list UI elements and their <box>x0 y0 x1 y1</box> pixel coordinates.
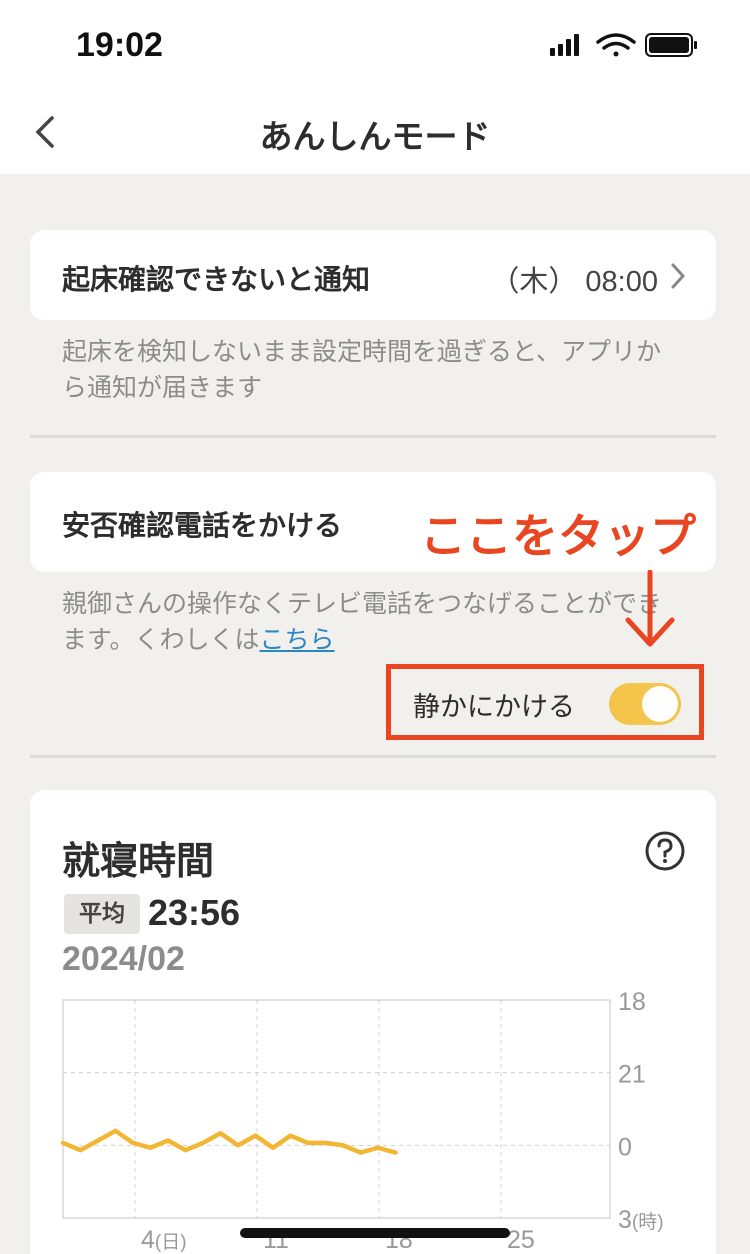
average-value: 23:56 <box>148 892 241 933</box>
y-tick-label: 18 <box>618 990 646 1016</box>
y-tick-label: 0 <box>618 1133 632 1161</box>
sleep-time-card: 就寝時間 平均 23:56 2024/02 18 21 0 3(時) 4(日) 11 18 2… <box>30 790 716 1254</box>
battery-icon <box>645 33 697 57</box>
y-tick-label: 21 <box>618 1061 646 1089</box>
wake-notice-row[interactable]: 起床確認できないと通知 （木） 08:00 <box>30 230 716 320</box>
quiet-call-highlight: 静かにかける <box>386 664 704 740</box>
home-indicator <box>240 1228 510 1238</box>
wake-notice-value: （木） 08:00 <box>490 266 658 298</box>
toggle-knob <box>642 686 678 722</box>
sleep-time-chart: 182103(時)4(日) 11 18 25 <box>60 990 664 1254</box>
wifi-icon <box>596 33 636 57</box>
help-icon[interactable] <box>644 830 686 872</box>
status-time: 19:02 <box>76 26 163 64</box>
status-icons <box>550 33 697 57</box>
sleep-title: 就寝時間 <box>62 839 215 883</box>
chart-frame <box>62 999 611 1219</box>
quiet-call-toggle[interactable] <box>609 683 681 725</box>
wake-notice-description: 起床を検知しないまま設定時間を過ぎると、アプリから通知が届きます <box>62 337 662 402</box>
x-tick-label: 25 <box>507 1226 535 1254</box>
quiet-call-label: 静かにかける <box>413 692 575 723</box>
y-tick-label: 3(時) <box>618 1206 664 1234</box>
nav-bar: あんしんモード <box>0 90 750 174</box>
status-bar: 19:02 <box>0 0 750 90</box>
safety-call-description: 親御さんの操作なくテレビ電話をつなげることができます。くわしくはこちら <box>62 586 682 658</box>
wake-notice-title: 起床確認できないと通知 <box>62 263 371 296</box>
tap-here-annotation: ここをタップ <box>420 509 696 563</box>
signal-icon <box>550 34 579 56</box>
divider <box>30 755 716 758</box>
safety-call-description-text: 親御さんの操作なくテレビ電話をつなげることができます。くわしくは <box>62 589 663 654</box>
details-link[interactable]: こちら <box>260 625 335 654</box>
page-title: あんしんモード <box>259 117 491 156</box>
arrow-down-icon <box>625 570 675 647</box>
divider <box>30 435 716 438</box>
average-badge: 平均 <box>64 894 140 934</box>
safety-call-title: 安否確認電話をかける <box>62 509 343 542</box>
chevron-right-icon <box>671 263 686 289</box>
month-label: 2024/02 <box>62 940 185 978</box>
sleep-time-line <box>60 1128 398 1155</box>
x-tick-label: 4(日) <box>141 1226 187 1254</box>
